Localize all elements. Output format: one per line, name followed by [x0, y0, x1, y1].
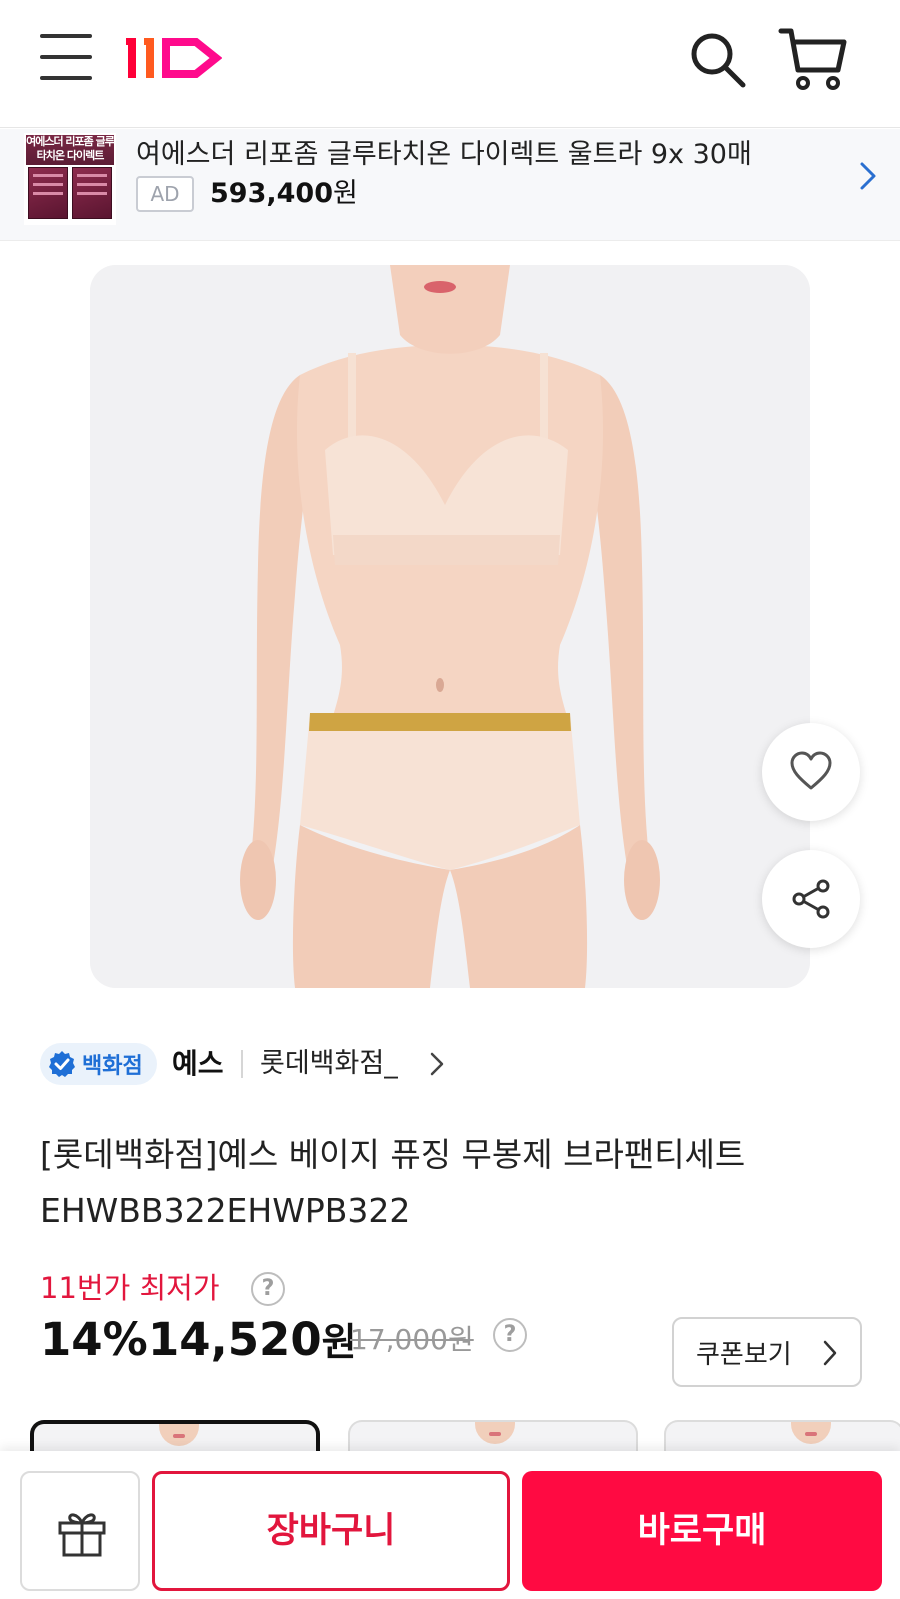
search-icon[interactable] [688, 30, 748, 90]
chevron-right-icon[interactable] [856, 158, 880, 194]
divider [241, 1050, 243, 1078]
share-icon [792, 879, 830, 919]
brand-name[interactable]: 예스 [172, 1045, 224, 1083]
product-photo-illustration [90, 265, 810, 988]
ad-title[interactable]: 여에스더 리포좀 글루타치온 다이렉트 울트라 9x 30매 [136, 132, 752, 171]
ad-price-unit: 원 [332, 178, 358, 209]
cart-icon[interactable] [778, 26, 848, 92]
ad-thumb-text: 여에스더 리포좀 글루타치온 다이렉트 [26, 135, 115, 165]
verified-check-icon [49, 1051, 75, 1077]
store-name-link[interactable]: 롯데백화점_ [260, 1045, 398, 1083]
coupon-label: 쿠폰보기 [696, 1339, 792, 1370]
store-badge-label: 백화점 [82, 1054, 143, 1079]
ad-badge: AD [136, 176, 194, 212]
help-icon[interactable]: ? [493, 1318, 527, 1352]
department-store-badge: 백화점 [40, 1043, 157, 1085]
gift-icon [58, 1513, 106, 1557]
lowest-price-label: 11번가 최저가 [40, 1271, 220, 1305]
original-price: 17,000원 [350, 1323, 474, 1356]
help-icon[interactable]: ? [251, 1272, 285, 1306]
product-image[interactable] [90, 265, 810, 988]
wishlist-button[interactable] [762, 723, 860, 821]
gift-button[interactable] [20, 1471, 140, 1591]
hamburger-menu-icon[interactable] [40, 34, 92, 80]
heart-icon [790, 751, 832, 790]
11st-logo[interactable] [126, 36, 222, 80]
app-header [0, 0, 900, 128]
sale-price: 14,520원 [148, 1312, 357, 1370]
chevron-right-icon [823, 1340, 837, 1366]
ad-product-thumbnail: 여에스더 리포좀 글루타치온 다이렉트 [24, 133, 116, 225]
buy-now-button[interactable]: 바로구매 [522, 1471, 882, 1591]
chevron-right-icon[interactable] [428, 1050, 446, 1078]
bottom-action-bar: 장바구니 바로구매 [0, 1451, 900, 1599]
ad-price-value: 593,400 [210, 178, 333, 209]
add-to-cart-button[interactable]: 장바구니 [152, 1471, 510, 1591]
share-button[interactable] [762, 850, 860, 948]
discount-rate: 14% [40, 1313, 148, 1366]
sale-price-value: 14,520 [148, 1313, 322, 1366]
ad-price: 593,400원 [210, 176, 358, 212]
coupon-view-button[interactable]: 쿠폰보기 [672, 1317, 862, 1387]
product-title: [롯데백화점]예스 베이지 퓨징 무봉제 브라팬티세트 EHWBB322EHWP… [40, 1135, 746, 1230]
